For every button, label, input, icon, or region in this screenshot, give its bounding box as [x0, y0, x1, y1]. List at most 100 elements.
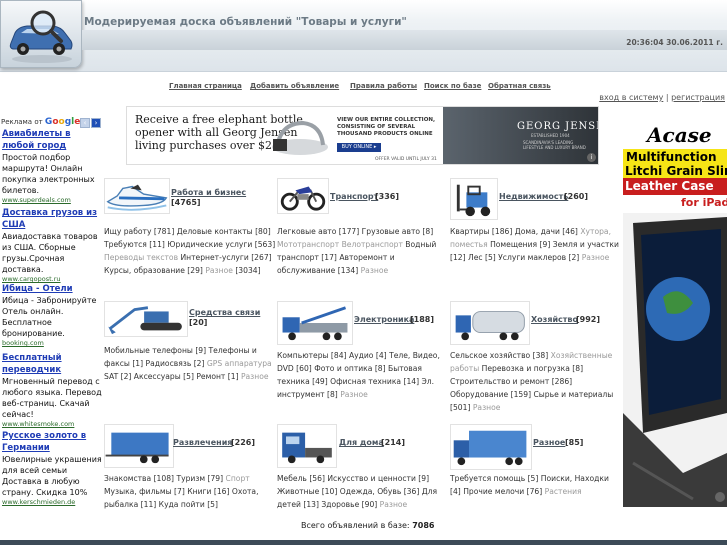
subcategory-link[interactable]: Лес [5]: [468, 253, 496, 262]
subcategory-link[interactable]: Прочие мелочи [76]: [463, 487, 542, 496]
nav-rules[interactable]: Правила работы: [350, 82, 417, 90]
google-ad[interactable]: Бесплатный переводчик Мгновенный перевод…: [2, 352, 102, 428]
ad-info-icon[interactable]: i: [587, 153, 596, 162]
subcategory-link[interactable]: Куда пойти [5]: [159, 500, 218, 509]
ad-url[interactable]: www.whitesmoke.com: [2, 420, 102, 428]
nav-feedback[interactable]: Обратная связь: [488, 82, 551, 90]
subcategory-link[interactable]: Туризм [79]: [176, 474, 223, 483]
subcategory-link[interactable]: Искусство и ценности [9]: [327, 474, 429, 483]
subcategory-link[interactable]: Мебель [56]: [277, 474, 325, 483]
subcategory-link[interactable]: Помещения [9]: [490, 240, 550, 249]
acase-banner[interactable]: Acase Multifunction Litchi Grain Slim Le…: [623, 117, 727, 507]
ad-url[interactable]: www.superdeals.com: [2, 196, 102, 204]
login-link[interactable]: вход в систему: [599, 93, 663, 102]
ad-title[interactable]: Авиабилеты в любой город: [2, 128, 102, 152]
subcategory-link[interactable]: Разное: [380, 500, 408, 509]
ad-title[interactable]: Ибица - Отели: [2, 283, 102, 295]
subcategory-link[interactable]: Ремонт [1]: [196, 372, 238, 381]
subcategory-link[interactable]: Деловые контакты [80]: [177, 227, 271, 236]
subcategory-link[interactable]: Переводы текстов: [104, 253, 178, 262]
subcategory-link[interactable]: Оборудование [159]: [450, 390, 531, 399]
google-ad[interactable]: Доставка грузов из США Авиадоставка това…: [2, 207, 102, 283]
google-ad[interactable]: Ибица - Отели Ибица - Забронируйте Отель…: [2, 283, 102, 347]
site-logo[interactable]: [0, 0, 82, 68]
category-title[interactable]: Для дома: [339, 438, 384, 447]
category-title[interactable]: Недвижимость: [499, 192, 568, 201]
subcategory-link[interactable]: Требуется помощь [5]: [450, 474, 538, 483]
next-arrow-icon[interactable]: ›: [91, 118, 101, 128]
subcategory-link[interactable]: Мобильные телефоны [9]: [104, 346, 206, 355]
georg-jensen-banner[interactable]: Receive a free elephant bottle opener wi…: [126, 106, 599, 165]
subcategory-link[interactable]: [267]: [251, 253, 271, 262]
subcategory-link[interactable]: Перевозка и погрузка [8]: [482, 364, 583, 373]
subcategory-link[interactable]: Компьютеры [84]: [277, 351, 347, 360]
prev-arrow-icon[interactable]: ‹: [80, 118, 90, 128]
subcategory-link[interactable]: Здоровье [90]: [321, 500, 377, 509]
subcategory-link[interactable]: Разное: [205, 266, 233, 275]
ad-url[interactable]: www.kerschmieden.de: [2, 498, 102, 506]
category-title[interactable]: Разное: [533, 438, 565, 447]
subcategory-link[interactable]: Юридические услуги [563]: [167, 240, 275, 249]
subcategory-link[interactable]: Сельское хозяйство [38]: [450, 351, 548, 360]
ad-url[interactable]: booking.com: [2, 339, 102, 347]
subcategory-link[interactable]: Ищу работу [781]: [104, 227, 174, 236]
subcategory-link[interactable]: Грузовые авто [8]: [362, 227, 434, 236]
tank-truck-icon[interactable]: [450, 301, 530, 345]
subcategory-link[interactable]: Услуги маклеров [2]: [498, 253, 579, 262]
excavator-icon[interactable]: [104, 301, 188, 337]
subcategory-link[interactable]: Животные [10]: [277, 487, 337, 496]
category-title[interactable]: Транспорт: [330, 192, 378, 201]
subcategory-link[interactable]: SAT [2]: [104, 372, 131, 381]
truck-icon[interactable]: [277, 424, 337, 468]
subcategory-link[interactable]: [3034]: [235, 266, 260, 275]
box-truck-icon[interactable]: [450, 424, 532, 470]
subcategory-link[interactable]: Дома, дачи [46]: [515, 227, 578, 236]
buy-online-button[interactable]: BUY ONLINE ▸: [337, 143, 381, 152]
register-link[interactable]: регистрация: [671, 93, 725, 102]
subcategory-link[interactable]: Аксессуары [5]: [134, 372, 194, 381]
subcategory-link[interactable]: Музыка, фильмы [7]: [104, 487, 185, 496]
ad-title[interactable]: Доставка грузов из США: [2, 207, 102, 231]
ad-title[interactable]: Русское золото в Германии: [2, 430, 102, 454]
subcategory-link[interactable]: Аудио [4]: [349, 351, 387, 360]
subcategory-link[interactable]: Разное: [241, 372, 269, 381]
subcategory-link[interactable]: Интернет-услуги: [180, 253, 248, 262]
subcategory-link[interactable]: Мототранспорт: [277, 240, 339, 249]
jet-ski-icon[interactable]: [104, 178, 170, 214]
subcategory-link[interactable]: Офисная техника [14]: [330, 377, 419, 386]
subcategory-link[interactable]: Разное: [340, 390, 368, 399]
nav-add-ad[interactable]: Добавить объявление: [250, 82, 339, 90]
category-title[interactable]: Хозяйство: [531, 315, 578, 324]
google-ad[interactable]: Авиабилеты в любой город Простой подбор …: [2, 128, 102, 204]
category-title[interactable]: Электроника: [354, 315, 414, 324]
category-title[interactable]: Средства связи: [189, 308, 260, 317]
subcategory-link[interactable]: Разное: [473, 403, 501, 412]
nav-search[interactable]: Поиск по базе: [424, 82, 481, 90]
subcategory-link[interactable]: Книги [16]: [187, 487, 229, 496]
category-title[interactable]: Работа и бизнес: [171, 188, 246, 197]
subcategory-link[interactable]: Требуются [11]: [104, 240, 165, 249]
subcategory-link[interactable]: Разное: [582, 253, 610, 262]
forklift-icon[interactable]: [450, 178, 498, 220]
subcategory-link[interactable]: GPS аппаратура: [207, 359, 272, 368]
ad-url[interactable]: www.cargopost.ru: [2, 275, 102, 283]
subcategory-link[interactable]: Знакомства [108]: [104, 474, 174, 483]
category-title[interactable]: Развлечения: [173, 438, 232, 447]
subcategory-link[interactable]: Строительство и ремонт [286]: [450, 377, 572, 386]
subcategory-link[interactable]: Радиосвязь [2]: [146, 359, 205, 368]
subcategory-link[interactable]: Легковые авто [177]: [277, 227, 359, 236]
google-ad[interactable]: Русское золото в Германии Ювелирные укра…: [2, 430, 102, 506]
subcategory-link[interactable]: Спорт: [226, 474, 250, 483]
subcategory-link[interactable]: Квартиры [186]: [450, 227, 512, 236]
motorcycle-icon[interactable]: [277, 178, 329, 214]
ad-title[interactable]: Бесплатный переводчик: [2, 352, 102, 376]
subcategory-link[interactable]: Растения: [545, 487, 582, 496]
subcategory-link[interactable]: Курсы, образование [29]: [104, 266, 203, 275]
subcategory-link[interactable]: Одежда, Обувь [36]: [340, 487, 420, 496]
subcategory-link[interactable]: Велотранспорт: [342, 240, 403, 249]
crane-truck-icon[interactable]: [277, 301, 353, 345]
subcategory-link[interactable]: Фото и оптика [8]: [314, 364, 385, 373]
subcategory-link[interactable]: Разное: [361, 266, 389, 275]
nav-home[interactable]: Главная страница: [169, 82, 242, 90]
trailer-icon[interactable]: [104, 424, 174, 468]
